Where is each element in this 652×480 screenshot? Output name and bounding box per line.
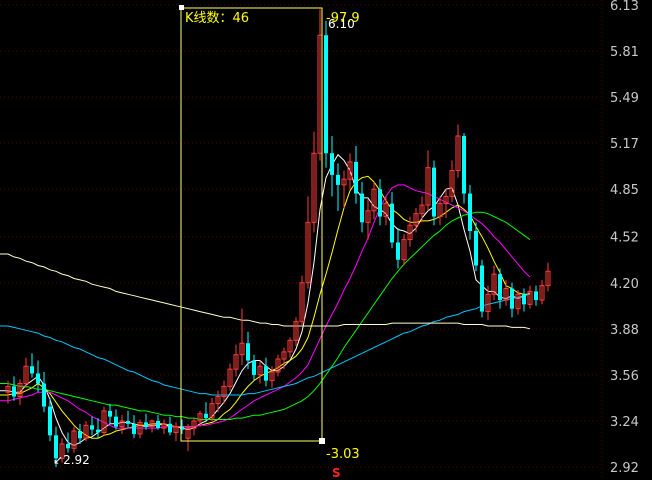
selection-handle-bottom-right[interactable]: [319, 438, 325, 444]
sell-marker: S: [332, 466, 341, 480]
candle-body: [330, 153, 334, 175]
candle-body: [534, 291, 538, 301]
candle-body: [360, 193, 364, 223]
y-tick-label: 6.13: [610, 0, 639, 14]
min-value: 2.92: [63, 453, 90, 467]
candle-body: [66, 443, 70, 449]
candle-body: [396, 242, 400, 260]
candle-body: [336, 174, 340, 185]
candle-body: [468, 193, 472, 231]
min-price-label: ↙2.92: [53, 453, 90, 467]
candle-body: [432, 167, 436, 217]
candle[interactable]: [480, 259, 484, 318]
candle-body: [354, 161, 358, 194]
y-tick-label: 5.49: [610, 91, 639, 106]
candle-body: [96, 429, 100, 433]
candle-body: [48, 406, 52, 436]
min-arrow: ↙: [53, 453, 63, 467]
candle-body: [462, 135, 466, 194]
low-value: 3.03: [331, 447, 360, 462]
candle-body: [90, 425, 94, 430]
candle-body: [510, 288, 514, 309]
candle-body: [30, 366, 34, 374]
candle-body: [474, 230, 478, 266]
selection-low-label: -3.03: [326, 447, 360, 462]
y-tick-label: 4.20: [610, 277, 639, 292]
candle-body: [156, 420, 160, 429]
selection-change-label: -97.9: [326, 11, 360, 26]
candle-body: [144, 422, 148, 427]
candle-body: [378, 189, 382, 217]
candlestick-chart[interactable]: 6.13 5.81 5.49 5.17 4.85 4.52 4.20 3.88 3.56 3.24…: [0, 0, 652, 480]
candle-body: [498, 274, 502, 301]
candle-body: [42, 383, 46, 407]
candle-body: [264, 366, 268, 381]
y-tick-label: 2.92: [610, 461, 639, 476]
candle-body: [480, 265, 484, 312]
y-tick-label: 3.24: [610, 415, 639, 430]
candle-body: [114, 416, 118, 427]
change-value: 97.9: [331, 11, 360, 26]
selection-handle-top-left[interactable]: [179, 5, 184, 10]
candle-body: [390, 203, 394, 243]
y-tick-label: 3.56: [610, 369, 639, 384]
y-tick-label: 3.88: [610, 323, 639, 338]
candle-body: [522, 294, 526, 305]
candle[interactable]: [324, 20, 328, 168]
candle[interactable]: [462, 133, 466, 204]
candle-body: [168, 423, 172, 433]
selection-bar-count: K线数：46: [185, 11, 249, 26]
y-tick-label: 5.17: [610, 137, 639, 152]
y-tick-label: 4.52: [610, 231, 639, 246]
candle-body: [132, 423, 136, 434]
y-tick-label: 4.85: [610, 183, 639, 198]
candle-body: [78, 431, 82, 439]
candle[interactable]: [432, 160, 436, 226]
candle-body: [126, 420, 130, 424]
candle-body: [36, 373, 40, 384]
candle-body: [246, 343, 250, 361]
candle-body: [324, 35, 328, 154]
candle-body: [204, 413, 208, 419]
candle-body: [108, 410, 112, 417]
candle-body: [252, 360, 256, 375]
candle-body: [12, 386, 16, 397]
y-tick-label: 5.81: [610, 45, 639, 60]
